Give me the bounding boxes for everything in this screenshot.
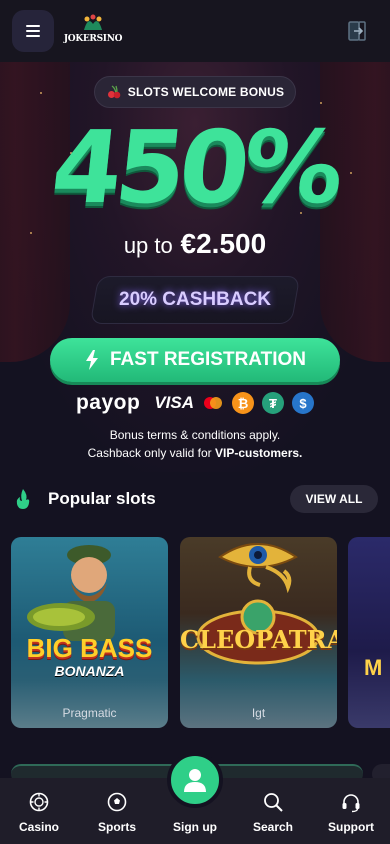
bonus-terms: Bonus terms & conditions apply. Cashback… xyxy=(0,426,390,462)
search-icon xyxy=(264,793,283,812)
partial-slot-title: M xyxy=(364,655,383,680)
popular-slots-title: Popular slots xyxy=(48,489,156,508)
payop-logo: payop xyxy=(75,391,141,414)
headset-icon xyxy=(342,794,360,813)
tether-icon: ₮ xyxy=(262,392,285,414)
payment-methods: payop VISA ₿ ₮ $ xyxy=(0,390,390,416)
slot-card-partial[interactable]: M xyxy=(348,537,390,728)
hamburger-menu-icon xyxy=(26,25,40,37)
logo-joker-hat-icon xyxy=(84,14,102,30)
fast-registration-button[interactable]: FAST REGISTRATION xyxy=(50,338,340,382)
big-bass-subtitle: BONANZA xyxy=(54,663,125,679)
flame-slots-icon xyxy=(16,489,30,509)
casino-chip-icon xyxy=(29,792,49,812)
bonus-percent: 450% xyxy=(46,109,344,226)
popular-slots-header: Popular slots VIEW ALL xyxy=(0,484,390,514)
visa-logo: VISA xyxy=(154,393,195,412)
slot-provider: Pragmatic xyxy=(62,706,117,720)
fast-registration-label: FAST REGISTRATION xyxy=(110,349,306,370)
bitcoin-icon: ₿ xyxy=(232,392,255,414)
mastercard-icon xyxy=(204,397,223,409)
user-icon xyxy=(184,769,206,792)
slot-provider: Igt xyxy=(251,706,266,720)
terms-line-2-prefix: Cashback only valid for xyxy=(87,446,212,460)
bonus-badge-text: SLOTS WELCOME BONUS xyxy=(127,85,285,99)
view-all-button[interactable]: VIEW ALL xyxy=(290,485,378,513)
eye-of-horus-illustration xyxy=(196,543,320,665)
bonus-max-amount: up to €2.500 xyxy=(0,228,390,260)
nav-casino[interactable]: Casino xyxy=(4,791,74,834)
up-to-prefix: up to xyxy=(123,233,173,258)
nav-support-label: Support xyxy=(328,820,374,834)
big-bass-title: BIG BASS xyxy=(26,633,153,663)
usdc-icon: $ xyxy=(292,392,315,414)
nav-sports[interactable]: Sports xyxy=(82,791,152,834)
login-door-icon xyxy=(348,21,366,41)
cleopatra-title: CLEOPATRA xyxy=(180,625,337,654)
terms-vip-link: VIP-customers. xyxy=(215,446,303,460)
soccer-ball-icon xyxy=(107,792,127,812)
nav-sports-label: Sports xyxy=(97,820,136,834)
jokersino-logo[interactable]: JOKERSINO xyxy=(62,14,124,44)
login-button[interactable] xyxy=(336,10,378,52)
nav-search-label: Search xyxy=(252,820,294,834)
nav-casino-label: Casino xyxy=(18,820,59,834)
nav-signup-label: Sign up xyxy=(173,820,217,834)
slots-welcome-bonus-badge: SLOTS WELCOME BONUS xyxy=(94,76,296,108)
terms-line-1: Bonus terms & conditions apply. xyxy=(109,428,281,442)
terms-line-2: Cashback only valid for VIP-customers. xyxy=(0,444,390,462)
lightning-icon xyxy=(86,350,98,370)
top-header: JOKERSINO xyxy=(0,0,390,62)
signup-fab[interactable] xyxy=(167,752,223,808)
cashback-badge: 20% CASHBACK xyxy=(89,276,301,324)
cherry-icon xyxy=(107,85,121,99)
cashback-text: 20% CASHBACK xyxy=(118,289,272,310)
slot-card-cleopatra[interactable]: CLEOPATRA Igt xyxy=(180,537,337,728)
menu-button[interactable] xyxy=(12,10,54,52)
logo-text: JOKERSINO xyxy=(63,34,123,44)
welcome-bonus-banner: SLOTS WELCOME BONUS 450% up to €2.500 20… xyxy=(0,62,390,472)
up-to-amount: €2.500 xyxy=(180,228,267,259)
nav-search[interactable]: Search xyxy=(238,791,308,834)
nav-support[interactable]: Support xyxy=(316,791,386,834)
slot-card-big-bass-bonanza[interactable]: BIG BASS BONANZA Pragmatic xyxy=(11,537,168,728)
